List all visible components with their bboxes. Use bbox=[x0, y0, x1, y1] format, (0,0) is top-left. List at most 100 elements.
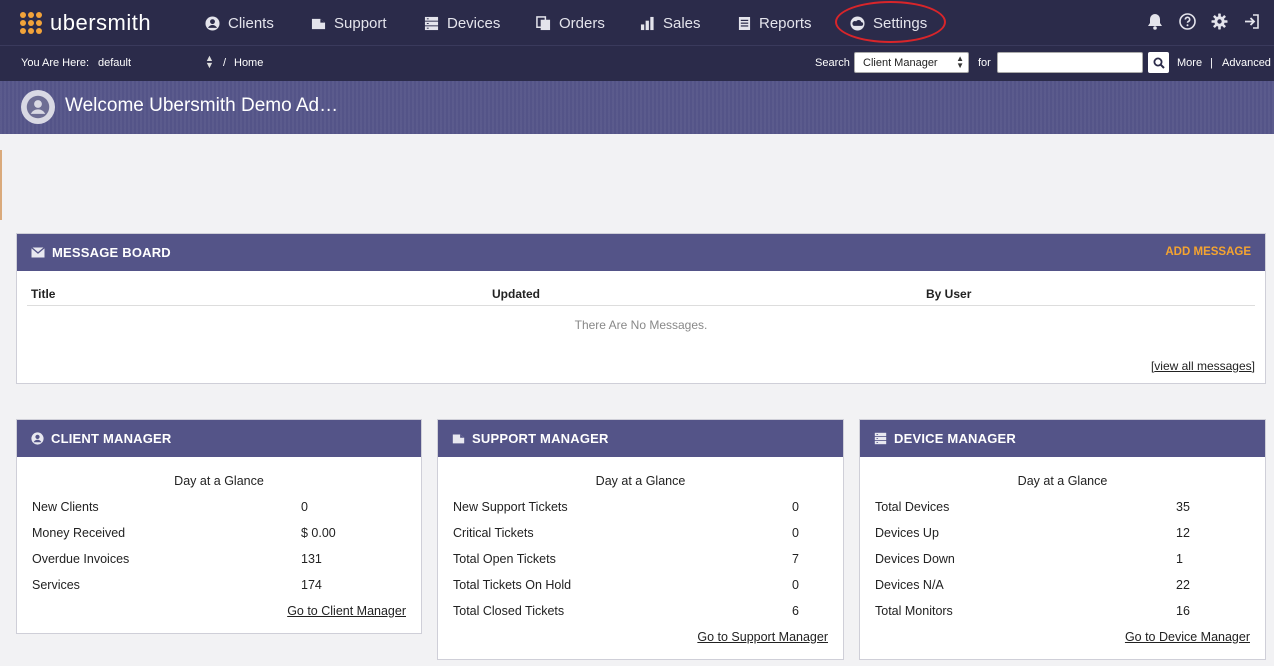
nav-devices-label: Devices bbox=[447, 14, 501, 32]
support-row-value: 0 bbox=[792, 500, 799, 514]
logout-icon[interactable] bbox=[1243, 13, 1260, 30]
avatar bbox=[21, 90, 55, 124]
client-glance-heading: Day at a Glance bbox=[174, 474, 264, 488]
server-icon bbox=[424, 16, 439, 30]
device-manager-title: DEVICE MANAGER bbox=[894, 431, 1016, 446]
ticket-icon bbox=[452, 434, 465, 444]
ticket-icon bbox=[311, 18, 326, 29]
nav-support[interactable]: Support bbox=[311, 12, 387, 34]
column-by-user[interactable]: By User bbox=[926, 287, 971, 301]
nav-clients[interactable]: Clients bbox=[205, 12, 274, 34]
device-row-value: 16 bbox=[1176, 604, 1190, 618]
go-to-support-manager-link[interactable]: Go to Support Manager bbox=[697, 630, 828, 644]
support-row-value: 7 bbox=[792, 552, 799, 566]
advanced-link[interactable]: Advanced bbox=[1222, 57, 1271, 69]
client-row-value: 174 bbox=[301, 578, 322, 592]
client-row-label: Money Received bbox=[32, 526, 126, 540]
client-row-label: Services bbox=[32, 578, 80, 592]
search-divider: | bbox=[1210, 57, 1213, 69]
nav-sales[interactable]: Sales bbox=[640, 12, 701, 34]
search-scope-select[interactable]: Client Manager ▲ ▼ bbox=[854, 52, 969, 73]
view-all-messages: [view all messages] bbox=[1151, 359, 1255, 373]
search-button[interactable] bbox=[1148, 52, 1169, 73]
table-divider bbox=[27, 305, 1255, 306]
client-row-label: Overdue Invoices bbox=[32, 552, 130, 566]
logo-text: ubersmith bbox=[50, 10, 152, 35]
support-manager-panel: SUPPORT MANAGER Day at a Glance New Supp… bbox=[437, 419, 844, 660]
device-row-label: Total Devices bbox=[875, 500, 950, 514]
device-row-value: 1 bbox=[1176, 552, 1183, 566]
support-glance-heading: Day at a Glance bbox=[595, 474, 686, 488]
go-to-device-manager-link[interactable]: Go to Device Manager bbox=[1125, 630, 1250, 644]
device-row-value: 12 bbox=[1176, 526, 1190, 540]
support-manager-header: SUPPORT MANAGER bbox=[438, 420, 843, 457]
nav-support-label: Support bbox=[334, 14, 387, 32]
breadcrumb-home[interactable]: Home bbox=[234, 57, 263, 69]
document-icon bbox=[738, 16, 751, 30]
support-row-label: New Support Tickets bbox=[453, 500, 568, 514]
client-row-label: New Clients bbox=[32, 500, 99, 514]
client-row-value: 131 bbox=[301, 552, 322, 566]
page-title: Welcome Ubersmith Demo Ad… bbox=[65, 95, 339, 116]
support-row-value: 6 bbox=[792, 604, 799, 618]
device-row-value: 22 bbox=[1176, 578, 1190, 592]
logo-dots-icon bbox=[20, 12, 42, 34]
client-manager-header: CLIENT MANAGER bbox=[17, 420, 421, 457]
select-arrows-icon: ▲ ▼ bbox=[956, 54, 964, 70]
more-link[interactable]: More bbox=[1177, 57, 1202, 69]
device-row-value: 35 bbox=[1176, 500, 1190, 514]
you-are-here-label: You Are Here: bbox=[21, 57, 90, 69]
gear-icon[interactable] bbox=[1211, 13, 1228, 30]
left-edge-marker bbox=[0, 150, 2, 220]
nav-reports-label: Reports bbox=[759, 14, 812, 32]
device-row-label: Devices N/A bbox=[875, 578, 944, 592]
search-input[interactable] bbox=[997, 52, 1143, 73]
view-all-messages-link[interactable]: view all messages bbox=[1154, 359, 1251, 373]
welcome-banner: Welcome Ubersmith Demo Ad… bbox=[0, 81, 1274, 134]
add-message-button[interactable]: ADD MESSAGE bbox=[1165, 246, 1251, 258]
support-row-value: 0 bbox=[792, 578, 799, 592]
support-row-value: 0 bbox=[792, 526, 799, 540]
breadcrumb-separator: / bbox=[223, 57, 227, 69]
envelope-icon bbox=[31, 247, 45, 258]
message-board-header: MESSAGE BOARD bbox=[17, 234, 1265, 271]
column-title[interactable]: Title bbox=[31, 287, 55, 301]
nav-reports[interactable]: Reports bbox=[738, 12, 812, 34]
device-manager-panel: DEVICE MANAGER Day at a Glance Total Dev… bbox=[859, 419, 1266, 660]
device-glance-heading: Day at a Glance bbox=[1017, 474, 1108, 488]
context-selector-arrows-icon[interactable]: ▲ ▼ bbox=[205, 54, 214, 70]
device-row-label: Total Monitors bbox=[875, 604, 953, 618]
support-row-label: Critical Tickets bbox=[453, 526, 534, 540]
copy-icon bbox=[536, 15, 551, 30]
nav-orders[interactable]: Orders bbox=[536, 12, 605, 34]
user-circle-icon bbox=[26, 95, 50, 119]
bell-icon[interactable] bbox=[1147, 13, 1163, 30]
message-board-title: MESSAGE BOARD bbox=[52, 245, 171, 260]
column-updated[interactable]: Updated bbox=[492, 287, 540, 301]
user-circle-icon bbox=[31, 432, 44, 445]
bracket-close: ] bbox=[1251, 359, 1255, 373]
support-manager-title: SUPPORT MANAGER bbox=[472, 431, 609, 446]
go-to-client-manager-link[interactable]: Go to Client Manager bbox=[287, 604, 406, 618]
nav-sales-label: Sales bbox=[663, 14, 701, 32]
nav-clients-label: Clients bbox=[228, 14, 274, 32]
client-row-value: 0 bbox=[301, 500, 308, 514]
support-row-label: Total Closed Tickets bbox=[453, 604, 565, 618]
search-for-label: for bbox=[978, 57, 991, 69]
support-row-label: Total Open Tickets bbox=[453, 552, 556, 566]
client-row-value: $ 0.00 bbox=[301, 526, 336, 540]
top-navigation: ubersmith Clients Support Devices Orders… bbox=[0, 0, 1274, 45]
breadcrumb-search-bar: You Are Here: default ▲ ▼ / Home Search C… bbox=[0, 45, 1274, 81]
app-logo[interactable]: ubersmith bbox=[20, 10, 151, 36]
search-scope-value: Client Manager bbox=[863, 57, 938, 69]
device-row-label: Devices Down bbox=[875, 552, 955, 566]
support-row-label: Total Tickets On Hold bbox=[453, 578, 572, 592]
search-label: Search bbox=[815, 57, 850, 69]
device-row-label: Devices Up bbox=[875, 526, 939, 540]
device-manager-header: DEVICE MANAGER bbox=[860, 420, 1265, 457]
nav-devices[interactable]: Devices bbox=[424, 12, 500, 34]
empty-messages-text: There Are No Messages. bbox=[574, 318, 708, 332]
context-selector[interactable]: default bbox=[98, 57, 131, 69]
help-icon[interactable] bbox=[1179, 13, 1196, 30]
user-circle-icon bbox=[205, 15, 220, 31]
